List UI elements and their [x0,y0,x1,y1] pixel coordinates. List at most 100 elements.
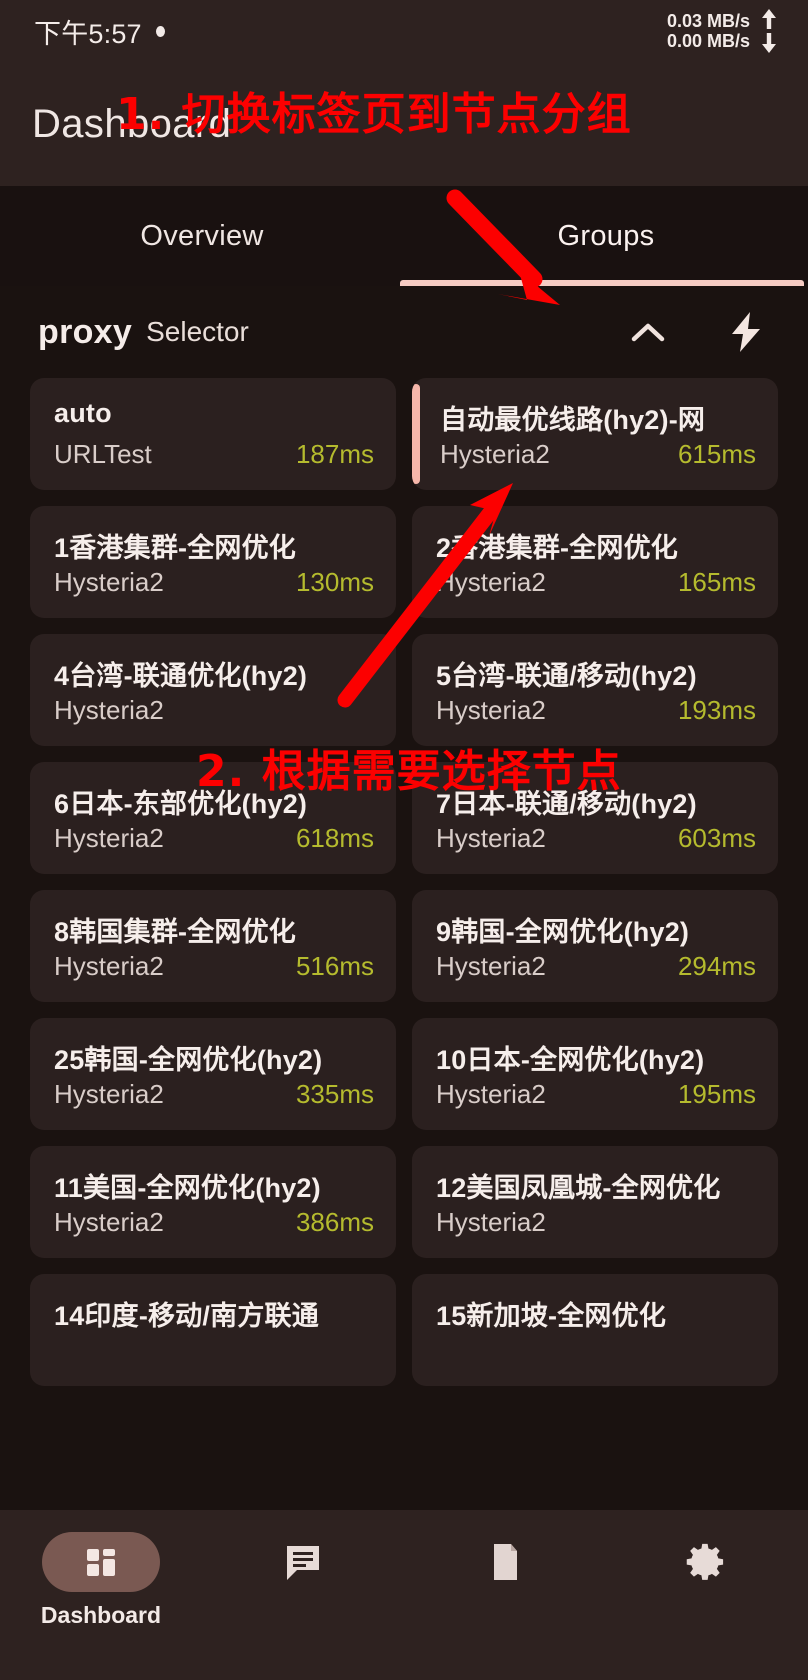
node-meta-row: Hysteria2 [436,1207,756,1238]
status-bar-right: 0.03 MB/s 0.00 MB/s [667,7,780,55]
node-card[interactable]: 8韩国集群-全网优化 Hysteria2 516ms [30,890,396,1002]
node-card[interactable]: 6日本-东部优化(hy2) Hysteria2 618ms [30,762,396,874]
node-title: 9韩国-全网优化(hy2) [436,917,690,947]
node-card[interactable]: 14印度-移动/南方联通 [30,1274,396,1386]
node-title: 25韩国-全网优化(hy2) [54,1045,323,1075]
status-bar: 下午5:57 0.03 MB/s 0.00 MB/s [0,0,808,62]
chevron-up-icon[interactable] [618,302,678,362]
dashboard-grid-icon [79,1540,123,1584]
node-meta-row: Hysteria2 618ms [54,823,374,854]
node-card[interactable]: 2香港集群-全网优化 Hysteria2 165ms [412,506,778,618]
node-meta-row: Hysteria2 130ms [54,567,374,598]
node-title: 4台湾-联通优化(hy2) [54,661,308,691]
tab-overview[interactable]: Overview [0,186,404,286]
node-title: 1香港集群-全网优化 [54,533,297,563]
node-protocol: Hysteria2 [436,1207,546,1237]
node-card[interactable]: 7日本-联通/移动(hy2) Hysteria2 603ms [412,762,778,874]
notification-dot-icon [155,25,165,37]
nav-pill-config [446,1532,564,1592]
nav-item-logs[interactable] [202,1532,404,1592]
nav-item-settings[interactable] [606,1532,808,1592]
node-meta-row: Hysteria2 615ms [440,439,756,470]
node-title: 6日本-东部优化(hy2) [54,789,308,819]
app-bar: Dashboard [0,62,808,186]
node-grid: auto URLTest 187ms 自动最优线路(hy2)-网 Hysteria2 61… [30,378,778,1386]
node-card[interactable]: 10日本-全网优化(hy2) Hysteria2 195ms [412,1018,778,1130]
node-title: 2香港集群-全网优化 [436,533,679,563]
node-card[interactable]: 1香港集群-全网优化 Hysteria2 130ms [30,506,396,618]
bottom-navigation: Dashboard [0,1510,808,1680]
node-title: 10日本-全网优化(hy2) [436,1045,705,1075]
nav-pill-settings [648,1532,766,1592]
node-card[interactable]: auto URLTest 187ms [30,378,396,490]
node-protocol: Hysteria2 [436,951,546,981]
node-card[interactable]: 12美国凤凰城-全网优化 Hysteria2 [412,1146,778,1258]
group-type: Selector [146,316,249,347]
node-card[interactable]: 15新加坡-全网优化 [412,1274,778,1386]
node-protocol: Hysteria2 [54,1079,164,1109]
tab-bar: Overview Groups [0,186,808,286]
node-protocol: Hysteria2 [436,1079,546,1109]
node-protocol: Hysteria2 [436,567,546,597]
node-latency: 615ms [677,439,756,469]
node-protocol: Hysteria2 [54,951,164,981]
status-bar-left: 下午5:57 [34,12,165,51]
node-latency: 618ms [295,823,374,853]
page-title: Dashboard [32,101,232,146]
node-title: 12美国凤凰城-全网优化 [436,1173,721,1203]
node-latency: 294ms [677,951,756,981]
node-title: 11美国-全网优化(hy2) [54,1173,321,1203]
node-card[interactable]: 25韩国-全网优化(hy2) Hysteria2 335ms [30,1018,396,1130]
chat-message-icon [280,1539,326,1585]
node-title: 5台湾-联通/移动(hy2) [436,661,697,691]
node-meta-row: Hysteria2 516ms [54,951,374,982]
arrow-down-icon [758,31,780,55]
node-title: 7日本-联通/移动(hy2) [436,789,697,819]
nav-label-dashboard: Dashboard [40,1602,162,1628]
app-root: 下午5:57 0.03 MB/s 0.00 MB/s Dashboard Ove… [0,0,808,1680]
download-speed-text: 0.00 MB/s [666,31,750,51]
network-speed-readout: 0.03 MB/s 0.00 MB/s [667,11,750,51]
node-latency: 516ms [295,951,374,981]
gear-settings-icon [684,1539,730,1585]
speed-arrows [758,7,780,55]
node-meta-row: Hysteria2 386ms [54,1207,374,1238]
node-protocol: Hysteria2 [54,567,164,597]
nav-pill-logs [244,1532,362,1592]
tab-groups[interactable]: Groups [404,186,808,286]
node-card[interactable]: 9韩国-全网优化(hy2) Hysteria2 294ms [412,890,778,1002]
document-file-icon [482,1539,528,1585]
node-title: 14印度-移动/南方联通 [54,1301,319,1331]
node-grid-scroll[interactable]: auto URLTest 187ms 自动最优线路(hy2)-网 Hysteria2 61… [0,378,808,1510]
group-name: proxy [38,312,133,351]
node-title: 8韩国集群-全网优化 [54,917,297,947]
node-protocol: Hysteria2 [54,695,164,725]
node-title: 15新加坡-全网优化 [436,1301,667,1331]
node-card[interactable]: 自动最优线路(hy2)-网 Hysteria2 615ms [412,378,778,490]
lightning-bolt-icon[interactable] [716,302,776,362]
nav-item-config[interactable] [404,1532,606,1592]
node-protocol: URLTest [54,439,152,469]
node-title: auto [54,398,112,428]
node-meta-row: Hysteria2 165ms [436,567,756,598]
node-card[interactable]: 5台湾-联通/移动(hy2) Hysteria2 193ms [412,634,778,746]
node-meta-row: Hysteria2 [54,695,374,726]
node-latency: 130ms [295,567,374,597]
tab-active-indicator [400,280,804,286]
node-meta-row: Hysteria2 294ms [436,951,756,982]
nav-item-dashboard[interactable]: Dashboard [0,1532,202,1629]
node-latency: 187ms [295,439,374,469]
node-card[interactable]: 11美国-全网优化(hy2) Hysteria2 386ms [30,1146,396,1258]
node-latency: 386ms [295,1207,374,1237]
status-bar-clock: 下午5:57 [34,18,142,49]
node-latency: 193ms [677,695,756,725]
group-header-proxy[interactable]: proxy Selector [0,286,808,378]
node-protocol: Hysteria2 [436,823,546,853]
node-card[interactable]: 4台湾-联通优化(hy2) Hysteria2 [30,634,396,746]
node-meta-row: Hysteria2 193ms [436,695,756,726]
node-latency: 335ms [295,1079,374,1109]
node-meta-row: Hysteria2 603ms [436,823,756,854]
node-protocol: Hysteria2 [440,439,550,469]
node-protocol: Hysteria2 [54,1207,164,1237]
node-latency: 195ms [677,1079,756,1109]
